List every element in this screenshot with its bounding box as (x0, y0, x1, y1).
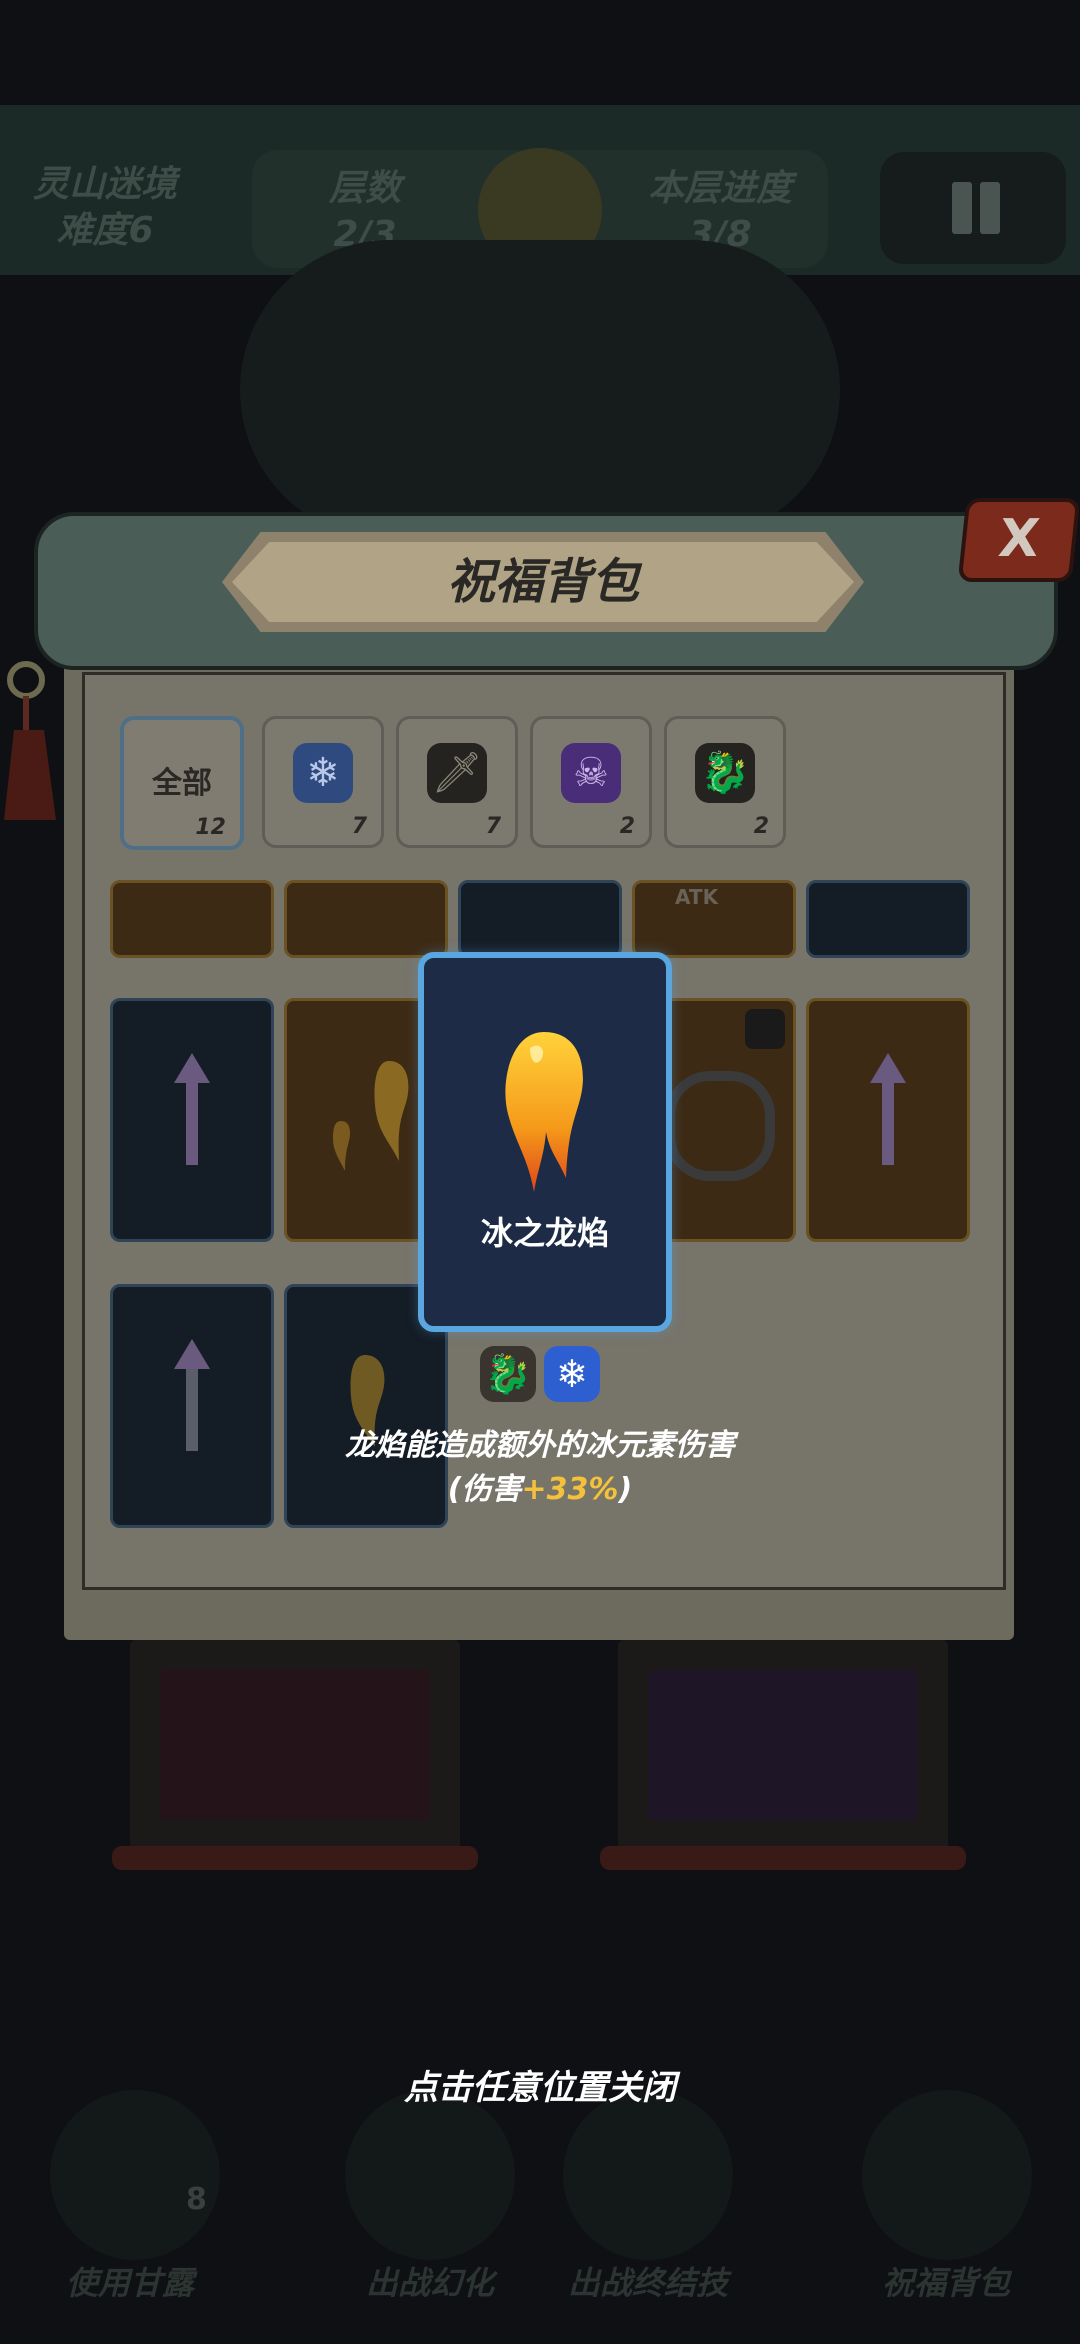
dragon-icon: 🐉 (695, 743, 755, 803)
blessing-bag-icon[interactable] (862, 2090, 1032, 2260)
use-nectar-label[interactable]: 使用甘露 (0, 2258, 260, 2304)
blessing-card[interactable] (806, 880, 970, 958)
background-glow (240, 240, 840, 540)
blessing-card[interactable] (458, 880, 622, 958)
close-icon: X (995, 509, 1043, 569)
nectar-icon[interactable] (50, 2090, 220, 2260)
sword-icon: 🗡 (427, 743, 487, 803)
tab-ice-count: 7 (351, 814, 367, 839)
ice-dragon-flame-icon (505, 1032, 583, 1192)
close-button[interactable]: X (957, 498, 1080, 582)
progress-label: 本层进度 (647, 168, 792, 209)
finisher-icon[interactable] (563, 2090, 733, 2260)
tab-all-count: 12 (195, 815, 226, 840)
skull-icon: ☠ (561, 743, 621, 803)
card-atk-text: ATK (675, 885, 719, 909)
dragon-icon: 🐉 (480, 1346, 536, 1402)
tab-all[interactable]: 全部 12 (120, 716, 244, 850)
tab-attack-count: 7 (485, 814, 501, 839)
blessing-card[interactable] (110, 998, 274, 1242)
dragon-ring-icon (665, 1071, 775, 1181)
tab-poison-count: 2 (619, 814, 635, 839)
snowflake-icon: ❄ (293, 743, 353, 803)
battle-finisher-label[interactable]: 出战终结技 (518, 2258, 778, 2304)
pause-button[interactable] (880, 152, 1066, 264)
tab-dragon-count: 2 (753, 814, 769, 839)
snowflake-icon: ❄ (544, 1346, 600, 1402)
description-line2: (伤害+33%) (240, 1468, 840, 1512)
description-line1: 龙焰能造成额外的冰元素伤害 (345, 1428, 735, 1463)
blessing-card[interactable] (110, 880, 274, 958)
stage-name: 灵山迷境 (32, 164, 177, 205)
description-prefix: (伤害 (447, 1472, 522, 1507)
tab-ice[interactable]: ❄ 7 (262, 716, 384, 848)
tab-poison[interactable]: ☠ 2 (530, 716, 652, 848)
tab-all-label: 全部 (152, 766, 212, 801)
flame-icon (333, 1061, 409, 1171)
blessing-bag-label[interactable]: 祝福背包 (816, 2258, 1076, 2304)
blessing-card[interactable] (284, 880, 448, 958)
transform-icon[interactable] (345, 2090, 515, 2260)
damage-bonus-value: +33% (521, 1472, 619, 1507)
tap-to-close-hint[interactable]: 点击任意位置关闭 (240, 2060, 840, 2109)
arrow-up-icon (174, 1053, 210, 1165)
blessing-card[interactable] (806, 998, 970, 1242)
arrow-up-icon (174, 1339, 210, 1451)
dragon-badge-icon (745, 1009, 785, 1049)
tassel-decoration (4, 661, 56, 820)
layer-label: 层数 (328, 168, 401, 209)
reward-scroll-left (112, 1640, 478, 1870)
selected-blessing-card (418, 952, 672, 1332)
tab-attack[interactable]: 🗡 7 (396, 716, 518, 848)
blessing-card[interactable]: ATK (632, 880, 796, 958)
blessing-description: 龙焰能造成额外的冰元素伤害 (伤害+33%) (240, 1424, 840, 1512)
dialog-title: 祝福背包 (446, 554, 639, 610)
nectar-count: 8 (186, 2182, 207, 2217)
arrow-up-icon (870, 1053, 906, 1165)
blessing-name: 冰之龙焰 (480, 1214, 609, 1252)
stage-difficulty: 难度6 (56, 210, 154, 251)
reward-scroll-right (600, 1640, 966, 1870)
description-suffix: ) (618, 1472, 633, 1507)
stage-info: 灵山迷境 难度6 (10, 162, 200, 254)
tab-dragon[interactable]: 🐉 2 (664, 716, 786, 848)
